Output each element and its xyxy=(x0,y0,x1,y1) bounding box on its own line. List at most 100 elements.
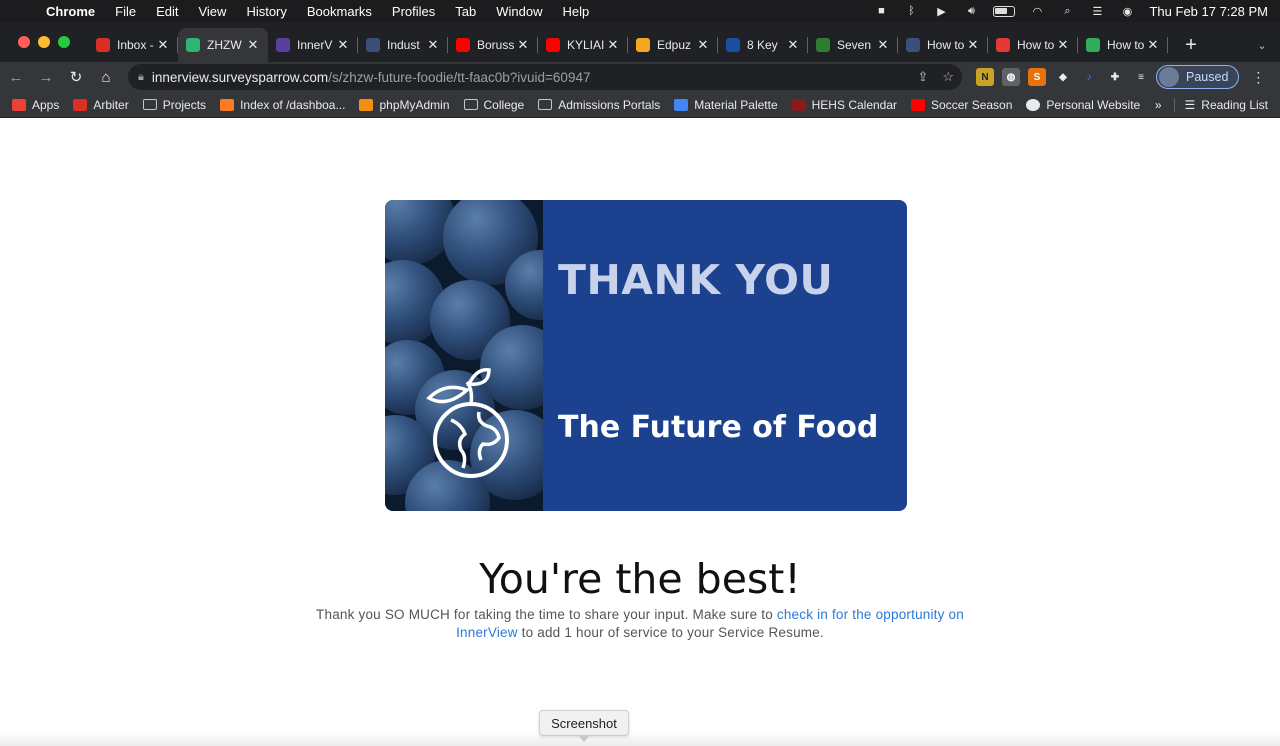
bookmark-8[interactable]: HEHS Calendar xyxy=(791,98,897,112)
extension-cookie-icon[interactable]: ◍ xyxy=(1002,68,1020,86)
fullscreen-window-icon[interactable] xyxy=(58,36,70,48)
tab-search-chevron-icon[interactable]: ⌄ xyxy=(1244,28,1280,62)
bookmark-4[interactable]: phpMyAdmin xyxy=(359,98,450,112)
tab-9[interactable]: How to ✕ xyxy=(898,28,988,62)
tab-label: Indust xyxy=(387,38,420,52)
spotlight-search-icon[interactable]: ⌕ xyxy=(1059,5,1075,17)
bookmark-label: Admissions Portals xyxy=(558,97,661,112)
phpmyadmin-icon xyxy=(359,98,374,111)
tab-5[interactable]: KYLIAI ✕ xyxy=(538,28,628,62)
share-icon[interactable]: ⇪ xyxy=(917,69,928,85)
menu-edit[interactable]: Edit xyxy=(146,4,188,19)
bookmarks-bar: Apps Arbiter Projects Index of /dashboa... p… xyxy=(0,92,1280,118)
volume-icon[interactable]: 🔊︎ xyxy=(963,5,979,17)
tab-close-icon[interactable]: ✕ xyxy=(516,37,530,53)
extension-n-icon[interactable]: N xyxy=(976,68,994,86)
siri-icon[interactable]: ◉ xyxy=(1119,5,1135,18)
xampp-icon xyxy=(220,98,235,111)
more-menu-icon[interactable]: ⋮ xyxy=(1251,69,1265,86)
bookmark-label: Apps xyxy=(32,97,60,112)
menu-profiles[interactable]: Profiles xyxy=(382,4,445,19)
thank-you-message: Thank you SO MUCH for taking the time to… xyxy=(300,606,980,642)
bookmark-5[interactable]: College xyxy=(463,98,524,112)
bookmark-9[interactable]: Soccer Season xyxy=(911,98,1012,112)
menu-file[interactable]: File xyxy=(105,4,146,19)
tab-close-icon[interactable]: ✕ xyxy=(156,37,170,53)
home-icon[interactable]: ⌂ xyxy=(92,64,120,90)
profile-paused-button[interactable]: Paused xyxy=(1156,65,1240,89)
zoom-icon[interactable]: ■ xyxy=(873,5,889,17)
tab-close-icon[interactable]: ✕ xyxy=(426,37,440,53)
menu-tab[interactable]: Tab xyxy=(445,4,486,19)
wave-icon xyxy=(996,38,1010,52)
tab-close-icon[interactable]: ✕ xyxy=(1056,37,1070,53)
bookmark-0[interactable]: Apps xyxy=(12,98,59,112)
extension-eraser-icon[interactable]: ◆ xyxy=(1054,68,1072,86)
tab-8[interactable]: Seven ✕ xyxy=(808,28,898,62)
menu-view[interactable]: View xyxy=(188,4,236,19)
forward-arrow-icon[interactable]: → xyxy=(32,64,60,90)
bookmark-label: Index of /dashboa... xyxy=(240,97,346,112)
tab-2[interactable]: InnerV ✕ xyxy=(268,28,358,62)
bookmarks-overflow-icon[interactable]: » xyxy=(1155,98,1162,112)
tab-label: How to xyxy=(1017,38,1055,52)
close-window-icon[interactable] xyxy=(18,36,30,48)
extensions-puzzle-icon[interactable]: ✚ xyxy=(1106,68,1124,86)
tab-close-icon[interactable]: ✕ xyxy=(246,37,260,53)
bookmark-star-icon[interactable]: ☆ xyxy=(942,69,954,85)
message-text-after: to add 1 hour of service to your Service… xyxy=(517,625,824,640)
banner-subtitle: The Future of Food xyxy=(558,410,879,445)
tab-3[interactable]: Indust ✕ xyxy=(358,28,448,62)
extension-orange-icon[interactable]: S xyxy=(1028,68,1046,86)
tab-close-icon[interactable]: ✕ xyxy=(696,37,710,53)
minimize-window-icon[interactable] xyxy=(38,36,50,48)
media-control-icon[interactable]: ≡ xyxy=(1132,68,1150,86)
tab-0[interactable]: Inbox - ✕ xyxy=(88,28,178,62)
bookmark-2[interactable]: Projects xyxy=(142,98,206,112)
menu-bookmarks[interactable]: Bookmarks xyxy=(297,4,382,19)
bookmark-6[interactable]: Admissions Portals xyxy=(538,98,660,112)
control-center-icon[interactable]: ☰ xyxy=(1089,5,1105,18)
address-bar[interactable]: 🔒︎ innerview.surveysparrow.com/s/zhzw-fu… xyxy=(128,64,962,90)
bookmark-1[interactable]: Arbiter xyxy=(73,98,129,112)
tab-10[interactable]: How to ✕ xyxy=(988,28,1078,62)
apps-grid-icon xyxy=(12,98,26,111)
bluetooth-icon[interactable]: ᛒ xyxy=(903,5,919,17)
tab-close-icon[interactable]: ✕ xyxy=(876,37,890,53)
back-arrow-icon[interactable]: ← xyxy=(2,64,30,90)
menu-window[interactable]: Window xyxy=(486,4,552,19)
tab-4[interactable]: Boruss ✕ xyxy=(448,28,538,62)
reload-icon[interactable]: ↻ xyxy=(62,64,90,90)
youtube-icon xyxy=(546,38,560,52)
page-content: THANK YOU The Future of Food You're the … xyxy=(0,119,1280,746)
new-tab-button[interactable]: + xyxy=(1174,28,1208,62)
tab-close-icon[interactable]: ✕ xyxy=(606,37,620,53)
menu-help[interactable]: Help xyxy=(553,4,600,19)
menu-clock[interactable]: Thu Feb 17 7:28 PM xyxy=(1149,4,1268,19)
play-circle-icon[interactable]: ▶ xyxy=(933,5,949,18)
extension-blue-icon[interactable]: ♪ xyxy=(1080,68,1098,86)
url-path: /s/zhzw-future-foodie/tt-faac0b?ivuid=60… xyxy=(328,69,591,85)
palette-icon xyxy=(674,98,689,111)
menu-app-name[interactable]: Chrome xyxy=(46,4,105,19)
wifi-icon[interactable]: ◠ xyxy=(1029,5,1045,18)
tab-close-icon[interactable]: ✕ xyxy=(1146,37,1160,53)
tab-1[interactable]: ZHZW ✕ xyxy=(178,28,268,62)
message-text-before: Thank you SO MUCH for taking the time to… xyxy=(316,607,777,622)
reading-list-button[interactable]: ☰ Reading List xyxy=(1173,97,1268,112)
tab-7[interactable]: 8 Key ✕ xyxy=(718,28,808,62)
battery-icon[interactable] xyxy=(993,5,1016,17)
tab-6[interactable]: Edpuz ✕ xyxy=(628,28,718,62)
tab-11[interactable]: How to ✕ xyxy=(1078,28,1168,62)
banner-thank-you-title: THANK YOU xyxy=(558,256,834,304)
tab-close-icon[interactable]: ✕ xyxy=(336,37,350,53)
bookmark-10[interactable]: Personal Website xyxy=(1026,98,1140,112)
tab-close-icon[interactable]: ✕ xyxy=(786,37,800,53)
page-title: You're the best! xyxy=(479,555,801,603)
bookmark-7[interactable]: Material Palette xyxy=(674,98,778,112)
menu-history[interactable]: History xyxy=(236,4,296,19)
lock-icon[interactable]: 🔒︎ xyxy=(138,71,144,84)
bottom-shadow xyxy=(0,732,1280,746)
tab-close-icon[interactable]: ✕ xyxy=(966,37,980,53)
bookmark-3[interactable]: Index of /dashboa... xyxy=(220,98,345,112)
